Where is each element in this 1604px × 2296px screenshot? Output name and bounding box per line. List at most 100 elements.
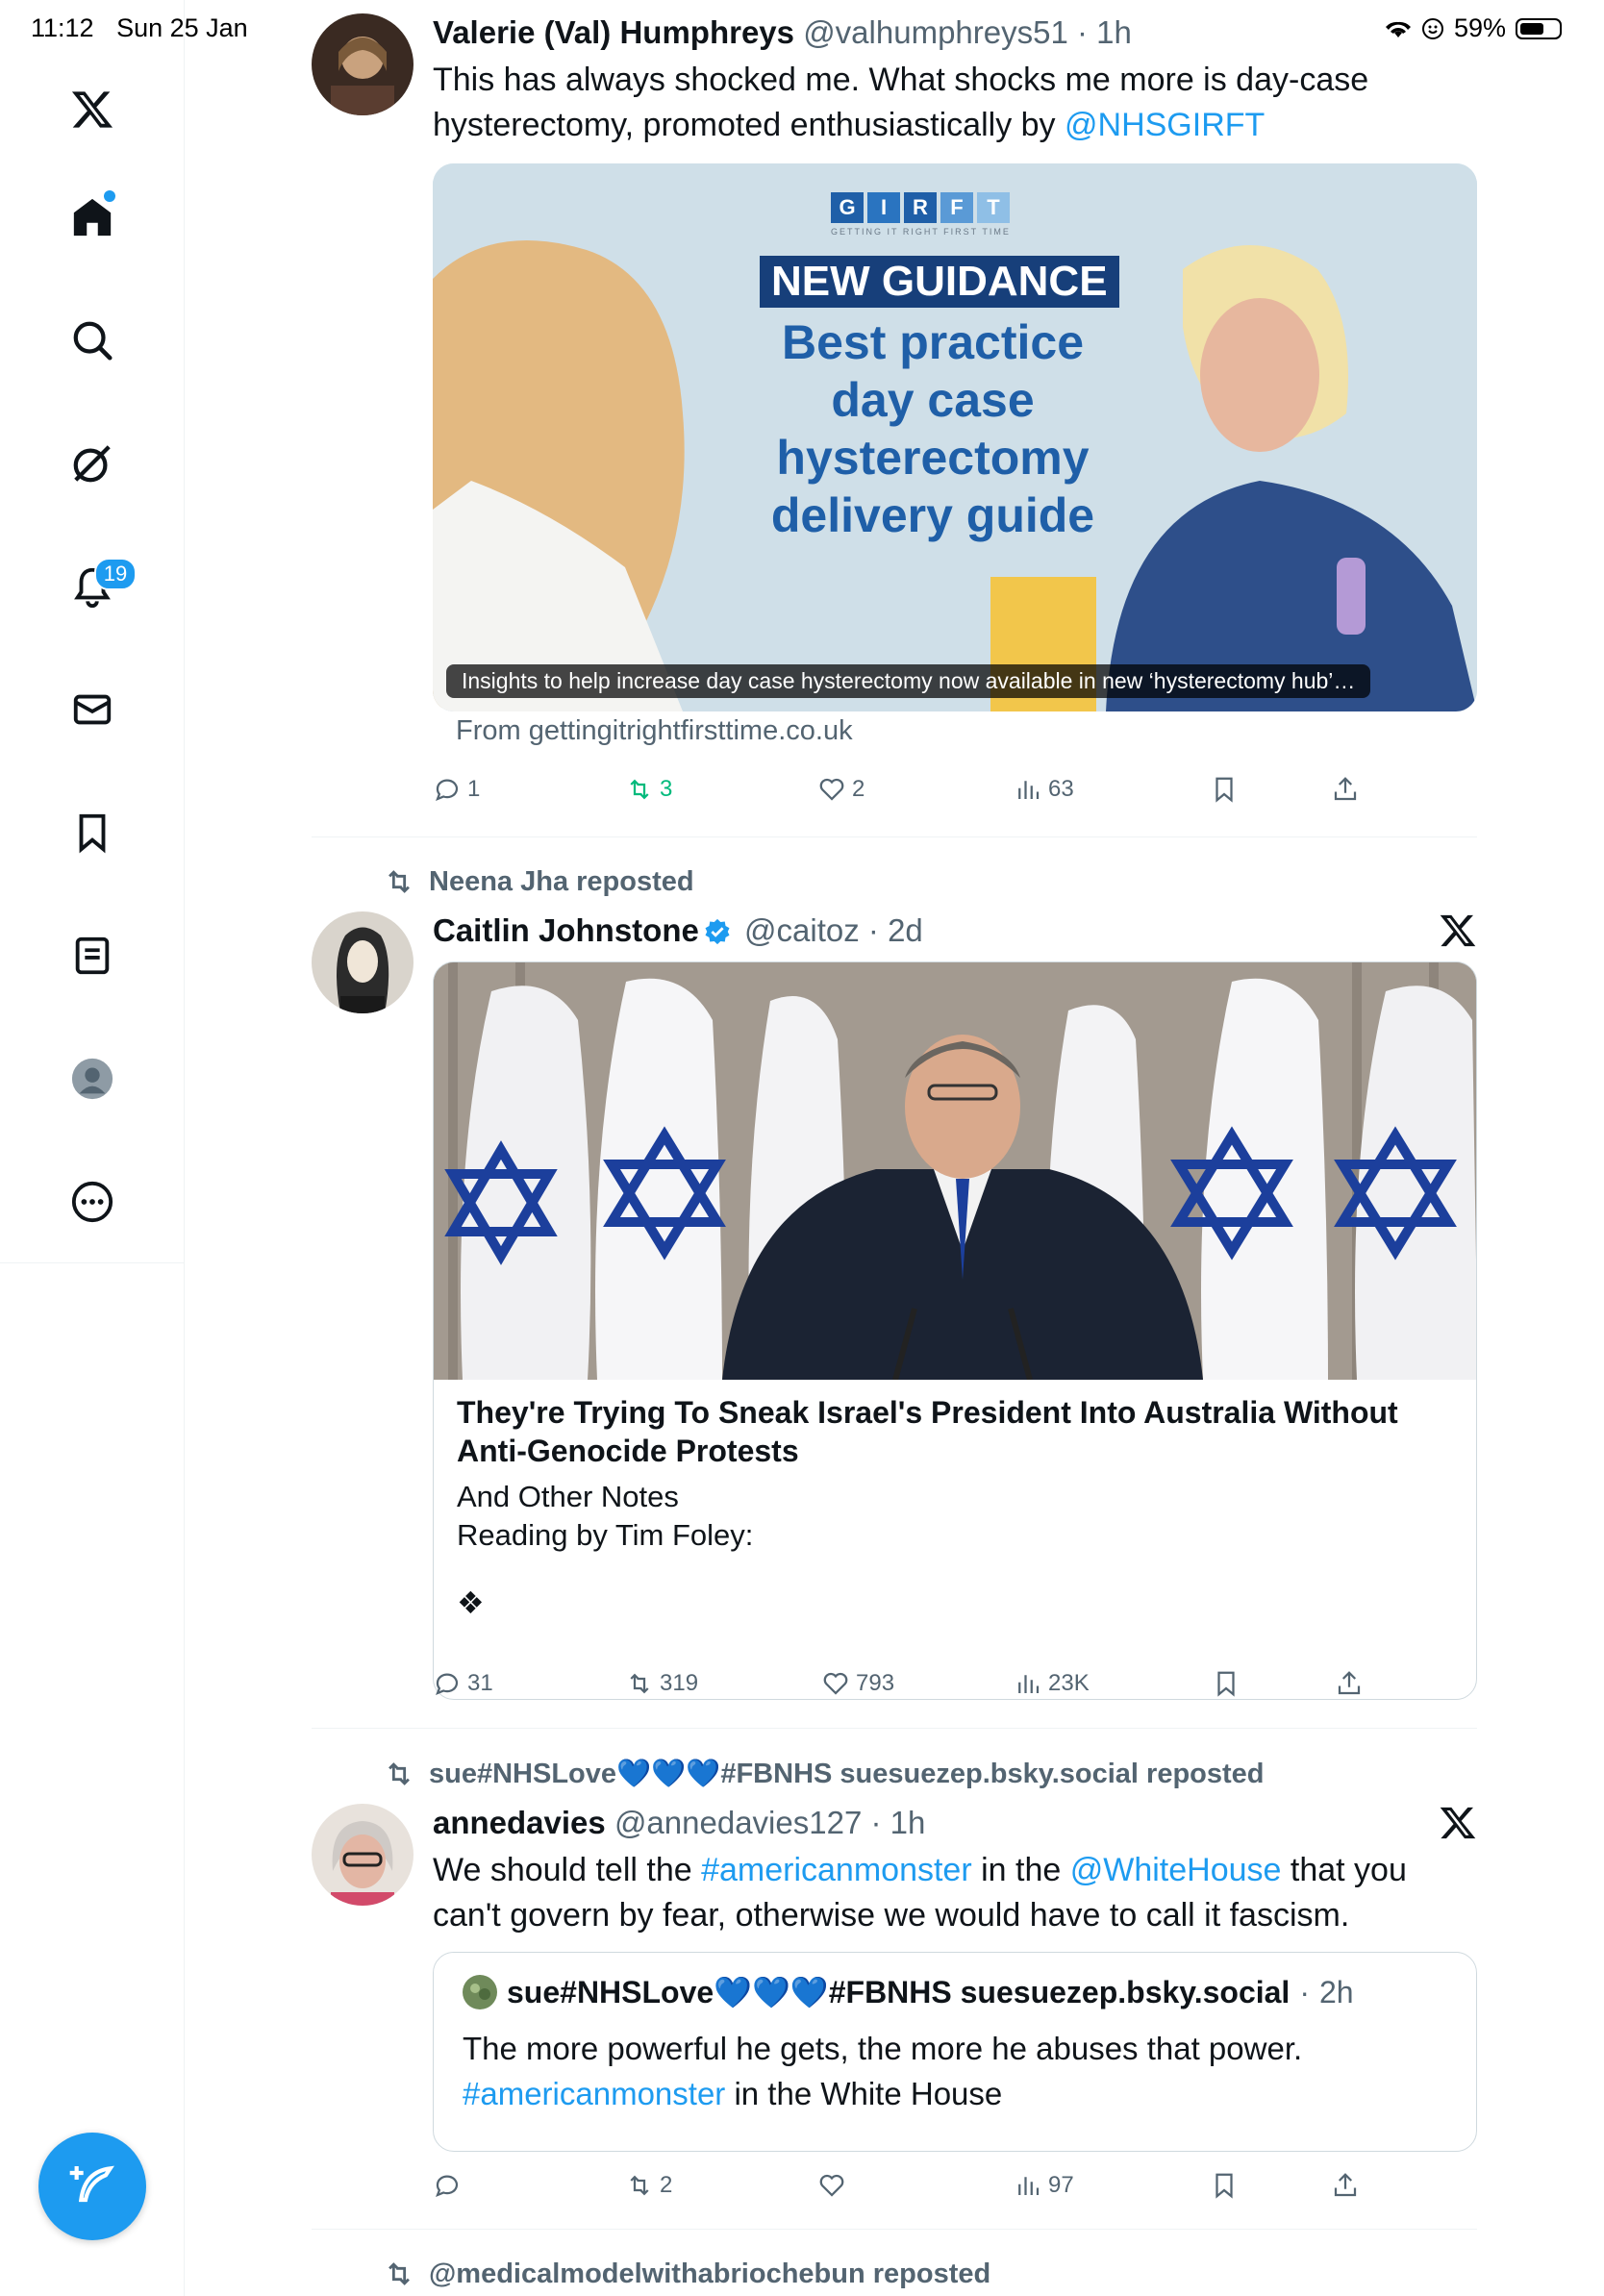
tweet-divider	[312, 836, 1477, 837]
reply-icon	[436, 1673, 459, 1695]
tweet-header: Caitlin Johnstone @caitoz · 2d	[433, 912, 923, 948]
repost-button[interactable]: 319	[625, 1669, 698, 1698]
bookmarks-icon[interactable]	[67, 808, 117, 858]
reply-icon	[436, 779, 459, 801]
like-button[interactable]: 2	[817, 775, 865, 804]
display-name[interactable]: Valerie (Val) Humphreys	[433, 14, 794, 50]
views-button[interactable]: 97	[1014, 2171, 1074, 2200]
bookmark-button[interactable]	[1210, 775, 1239, 804]
hashtag-link[interactable]: #americanmonster	[463, 2076, 725, 2111]
display-name[interactable]: annedavies	[433, 1805, 606, 1840]
repost-icon	[388, 2262, 410, 2285]
handle[interactable]: @annedavies127	[614, 1805, 862, 1840]
repost-icon	[388, 870, 410, 893]
repost-count: 319	[660, 1670, 699, 1696]
logo-letter: G	[831, 192, 864, 223]
lists-icon[interactable]	[67, 931, 117, 981]
bookmark-icon	[1217, 1671, 1235, 1697]
card-banner: NEW GUIDANCE	[760, 256, 1119, 308]
views-button[interactable]: 63	[1014, 775, 1074, 804]
verified-badge-icon	[705, 918, 730, 945]
share-icon	[1334, 777, 1357, 801]
tweet-caitlin[interactable]: Caitlin Johnstone @caitoz · 2d They're T…	[312, 911, 1477, 1700]
hashtag-link[interactable]: #americanmonster	[701, 1852, 972, 1888]
repost-icon	[630, 1673, 649, 1694]
quoted-header: sue#NHSLove💙💙💙#FBNHS suesuezep.bsky.soci…	[463, 1974, 1354, 2010]
like-button[interactable]: 793	[821, 1669, 894, 1698]
home-notification-dot	[104, 190, 115, 202]
profile-avatar-icon[interactable]	[67, 1054, 117, 1104]
repost-button[interactable]: 3	[625, 775, 672, 804]
timestamp[interactable]: 2d	[888, 912, 923, 948]
article-glyph: ❖	[457, 1585, 485, 1620]
logo-tagline: GETTING IT RIGHT FIRST TIME	[831, 227, 1011, 237]
mention-link[interactable]: @NHSGIRFT	[1065, 107, 1265, 143]
action-bar: 31 319 793 23K	[433, 1669, 1394, 1708]
share-button[interactable]	[1331, 2171, 1360, 2200]
views-count: 97	[1048, 2172, 1074, 2198]
repost-indicator[interactable]: sue#NHSLove💙💙💙#FBNHS suesuezep.bsky.soci…	[383, 1758, 1265, 1790]
repost-indicator[interactable]: @medicalmodelwithabriochebun reposted	[383, 2258, 990, 2290]
headline-line: delivery guide	[770, 488, 1095, 542]
share-button[interactable]	[1331, 775, 1360, 804]
search-icon[interactable]	[67, 315, 117, 365]
headline-line: Best practice	[781, 315, 1085, 369]
views-icon	[1018, 1675, 1040, 1693]
tweet-text: This has always shocked me. What shocks …	[433, 58, 1477, 148]
article-card[interactable]: They're Trying To Sneak Israel's Preside…	[433, 961, 1477, 1700]
like-button[interactable]	[817, 2171, 852, 2200]
article-subtitle: And Other Notes	[457, 1480, 679, 1513]
feather-plus-icon	[69, 2165, 114, 2203]
sidebar: 19	[0, 0, 185, 2296]
bookmark-button[interactable]	[1210, 2171, 1239, 2200]
quoted-avatar[interactable]	[463, 1975, 497, 2009]
quoted-timestamp[interactable]: 2h	[1319, 1975, 1354, 2010]
x-logo-icon[interactable]	[1439, 911, 1477, 950]
repost-icon	[630, 779, 649, 800]
repost-count: 2	[660, 2172, 673, 2198]
card-caption: Insights to help increase day case hyste…	[446, 664, 1371, 698]
views-button[interactable]: 23K	[1014, 1669, 1090, 1698]
messages-icon[interactable]	[67, 685, 117, 735]
repost-button[interactable]: 2	[625, 2171, 672, 2200]
link-card-image[interactable]: G I R F T GETTING IT RIGHT FIRST TIME NE…	[433, 163, 1477, 711]
timestamp[interactable]: 1h	[1096, 14, 1132, 50]
repost-indicator[interactable]: Neena Jha reposted	[383, 865, 694, 898]
notifications-badge: 19	[94, 558, 137, 590]
handle[interactable]: @valhumphreys51	[803, 14, 1068, 50]
card-source[interactable]: From gettingitrightfirsttime.co.uk	[456, 715, 853, 747]
share-button[interactable]	[1335, 1669, 1364, 1698]
reply-button[interactable]	[433, 2171, 467, 2200]
logo-letter: F	[940, 192, 973, 223]
article-reading-by: Reading by Tim Foley:	[457, 1518, 754, 1552]
article-photo	[434, 962, 1476, 1380]
x-logo-icon[interactable]	[1439, 1804, 1477, 1842]
action-bar: 1 3 2 63	[433, 775, 1394, 813]
x-logo-icon[interactable]	[67, 85, 117, 135]
quoted-tweet[interactable]: sue#NHSLove💙💙💙#FBNHS suesuezep.bsky.soci…	[433, 1952, 1477, 2152]
avatar[interactable]	[312, 1804, 414, 1906]
reply-button[interactable]: 31	[433, 1669, 493, 1698]
quoted-text-part: in the White House	[725, 2076, 1003, 2111]
heart-icon	[819, 2174, 844, 2197]
tweet-valerie[interactable]: Valerie (Val) Humphreys @valhumphreys51 …	[312, 13, 1477, 831]
bookmark-button[interactable]	[1212, 1669, 1241, 1698]
reply-button[interactable]: 1	[433, 775, 480, 804]
avatar[interactable]	[312, 911, 414, 1013]
display-name[interactable]: Caitlin Johnstone	[433, 912, 699, 948]
mention-link[interactable]: @WhiteHouse	[1070, 1852, 1282, 1888]
reposted-by: Neena Jha reposted	[429, 865, 694, 897]
handle[interactable]: @caitoz	[744, 912, 860, 948]
avatar[interactable]	[312, 13, 414, 115]
grok-icon[interactable]	[67, 438, 117, 488]
compose-post-button[interactable]	[38, 2133, 146, 2240]
sidebar-divider	[184, 0, 185, 2296]
more-options-icon[interactable]	[67, 1177, 117, 1227]
article-title: They're Trying To Sneak Israel's Preside…	[457, 1395, 1398, 1468]
quoted-display-name[interactable]: sue#NHSLove💙💙💙#FBNHS suesuezep.bsky.soci…	[507, 1974, 1290, 2010]
card-headline: Best practice day case hysterectomy deli…	[750, 313, 1115, 544]
quoted-text: The more powerful he gets, the more he a…	[463, 2026, 1453, 2116]
bookmark-icon	[1216, 777, 1233, 803]
timestamp[interactable]: 1h	[890, 1805, 926, 1840]
repost-count: 3	[660, 776, 673, 802]
